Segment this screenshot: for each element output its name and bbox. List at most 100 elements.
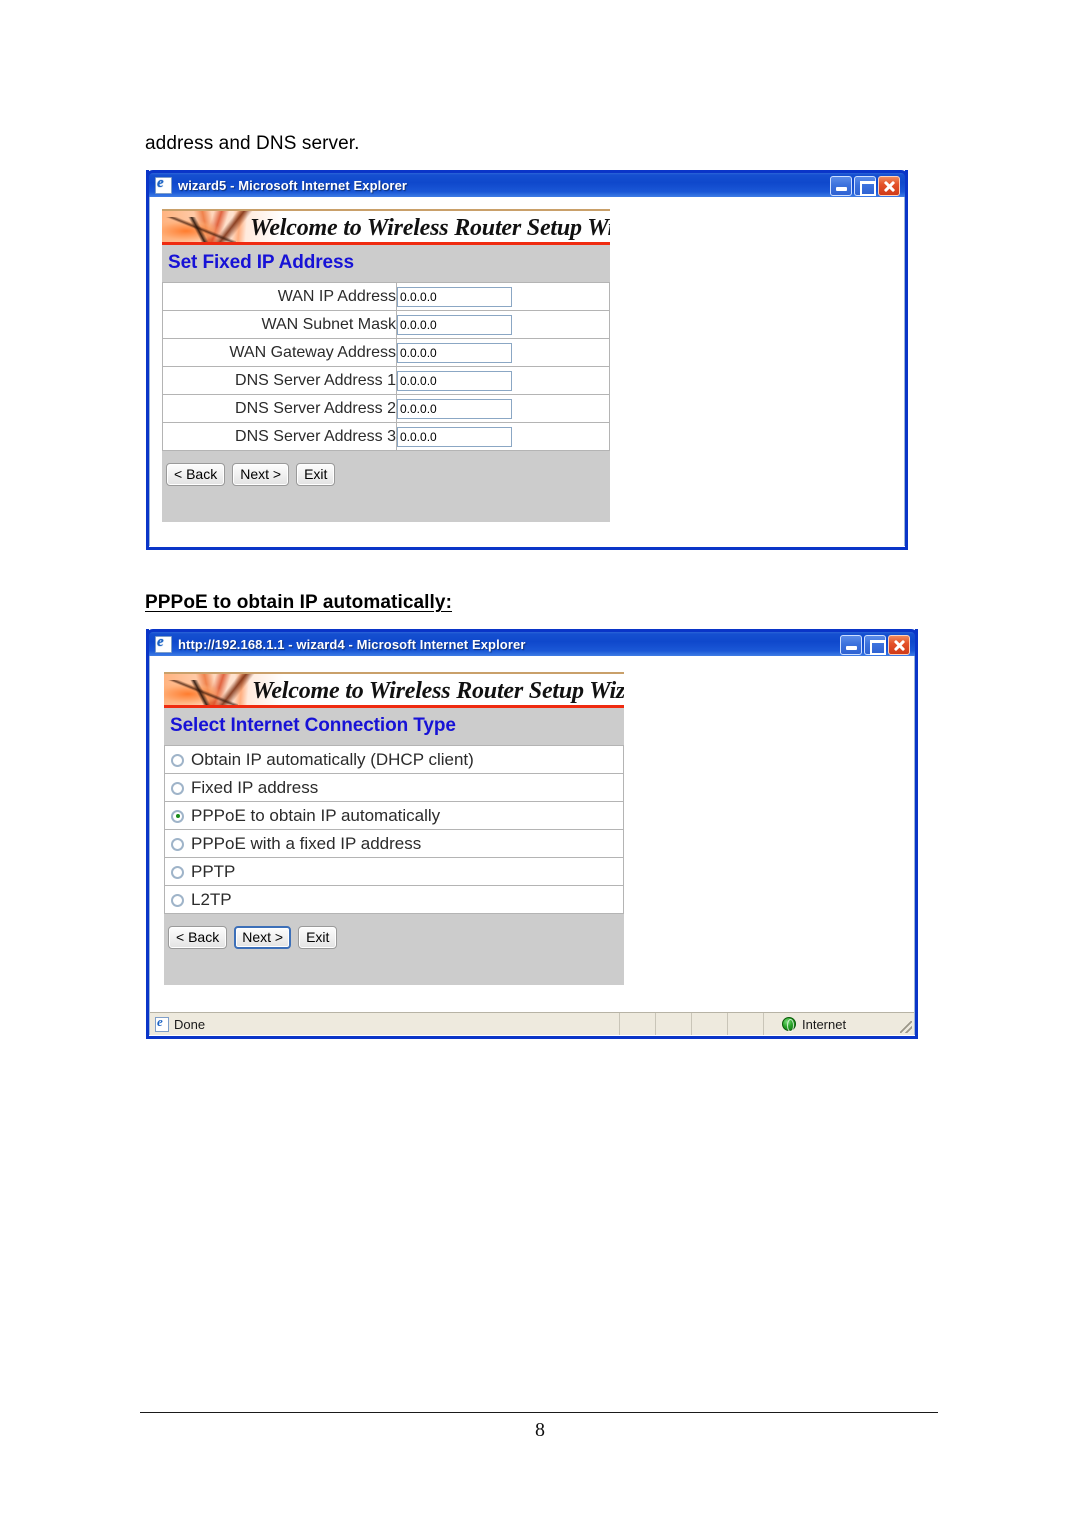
table-row: WAN Subnet Mask (162, 310, 610, 339)
wizard-banner: Welcome to Wireless Router Setup Wizard (162, 209, 610, 245)
panel-heading: Set Fixed IP Address (168, 252, 354, 273)
option-label: PPPoE with a fixed IP address (191, 833, 422, 853)
dns-server-address-1-input[interactable] (397, 370, 512, 391)
panel-bottom-spacer (162, 486, 610, 522)
field-cell (396, 394, 610, 423)
field-cell (396, 422, 610, 451)
wizard-content-wizard5: Welcome to Wireless Router Setup Wizard … (162, 209, 610, 522)
option-cell[interactable]: L2TP (164, 885, 624, 914)
table-row: DNS Server Address 2 (162, 394, 610, 423)
resize-grip[interactable] (900, 1021, 912, 1033)
banner-title: Welcome to Wireless Router Setup Wizard (250, 215, 610, 241)
window-title: wizard5 - Microsoft Internet Explorer (178, 177, 408, 193)
title-bar-wizard4[interactable]: http://192.168.1.1 - wizard4 - Microsoft… (146, 629, 918, 656)
option-label: L2TP (191, 889, 232, 909)
next-button[interactable]: Next > (234, 926, 292, 949)
status-pane-1 (620, 1013, 656, 1035)
title-bar-wizard5[interactable]: wizard5 - Microsoft Internet Explorer (146, 170, 908, 197)
exit-button[interactable]: Exit (298, 926, 338, 949)
wizard-panel: Select Internet Connection Type Obtain I… (164, 708, 624, 985)
option-label: PPTP (191, 861, 236, 881)
status-bar: Done Internet (150, 1012, 914, 1035)
ie-window-wizard5: wizard5 - Microsoft Internet Explorer We… (146, 170, 908, 550)
minimize-button[interactable] (840, 635, 862, 655)
globe-icon (782, 1017, 796, 1032)
back-button[interactable]: < Back (166, 463, 226, 486)
section-heading: PPPoE to obtain IP automatically: (145, 592, 453, 613)
wizard-panel: Set Fixed IP Address WAN IP Address WAN … (162, 245, 610, 522)
wan-gateway-address-input[interactable] (397, 342, 512, 363)
client-area-wizard5: Welcome to Wireless Router Setup Wizard … (149, 197, 905, 546)
ie-document-icon (155, 175, 172, 194)
list-item[interactable]: PPPoE with a fixed IP address (164, 829, 624, 858)
client-area-wizard4: Welcome to Wireless Router Setup Wizard … (149, 656, 915, 1035)
window-controls (840, 635, 910, 655)
list-item[interactable]: Fixed IP address (164, 773, 624, 802)
list-item[interactable]: Obtain IP automatically (DHCP client) (164, 745, 624, 774)
ie-window-wizard4: http://192.168.1.1 - wizard4 - Microsoft… (146, 629, 918, 1039)
radio-l2tp[interactable] (171, 893, 184, 907)
wan-ip-address-input[interactable] (397, 286, 512, 307)
radio-fixed-ip-address[interactable] (171, 781, 184, 795)
security-zone-pane[interactable]: Internet (764, 1013, 914, 1035)
list-item[interactable]: L2TP (164, 885, 624, 914)
status-pane-4 (728, 1013, 764, 1035)
intro-paragraph: address and DNS server. (145, 133, 360, 154)
close-button[interactable] (888, 635, 910, 655)
table-row: DNS Server Address 1 (162, 366, 610, 395)
footer-divider (140, 1412, 938, 1413)
option-cell[interactable]: PPPoE to obtain IP automatically (164, 801, 624, 830)
maximize-button[interactable] (854, 176, 876, 196)
wizard-content-wizard4: Welcome to Wireless Router Setup Wizard … (164, 672, 624, 985)
status-text-pane: Done (150, 1013, 620, 1035)
ie-document-icon (155, 634, 172, 653)
banner-title: Welcome to Wireless Router Setup Wizard (252, 678, 624, 704)
window-controls (830, 176, 900, 196)
option-cell[interactable]: Fixed IP address (164, 773, 624, 802)
back-button[interactable]: < Back (168, 926, 228, 949)
page-number: 8 (535, 1419, 545, 1441)
option-label: Obtain IP automatically (DHCP client) (191, 749, 474, 769)
field-cell (396, 282, 610, 311)
table-row: WAN IP Address (162, 282, 610, 311)
panel-heading: Select Internet Connection Type (170, 715, 456, 736)
option-cell[interactable]: Obtain IP automatically (DHCP client) (164, 745, 624, 774)
connection-type-list: Obtain IP automatically (DHCP client) Fi… (164, 745, 624, 914)
option-cell[interactable]: PPPoE with a fixed IP address (164, 829, 624, 858)
radio-pppoe-fixed-ip-address[interactable] (171, 837, 184, 851)
dns-server-address-3-input[interactable] (397, 426, 512, 447)
close-button[interactable] (878, 176, 900, 196)
minimize-button[interactable] (830, 176, 852, 196)
field-label: WAN Gateway Address (162, 338, 397, 367)
field-label: DNS Server Address 2 (162, 394, 397, 423)
status-pane-3 (692, 1013, 728, 1035)
radio-pptp[interactable] (171, 865, 184, 879)
fixed-ip-form-table: WAN IP Address WAN Subnet Mask (162, 282, 610, 451)
panel-bottom-spacer (164, 949, 624, 985)
maximize-button[interactable] (864, 635, 886, 655)
wizard-button-row: < Back Next > Exit (164, 914, 624, 949)
option-label: Fixed IP address (191, 777, 319, 797)
option-cell[interactable]: PPTP (164, 857, 624, 886)
next-button[interactable]: Next > (232, 463, 290, 486)
exit-button[interactable]: Exit (296, 463, 336, 486)
wizard-banner: Welcome to Wireless Router Setup Wizard (164, 672, 624, 708)
option-label: PPPoE to obtain IP automatically (191, 805, 441, 825)
field-label: DNS Server Address 1 (162, 366, 397, 395)
list-item[interactable]: PPPoE to obtain IP automatically (164, 801, 624, 830)
wan-subnet-mask-input[interactable] (397, 314, 512, 335)
list-item[interactable]: PPTP (164, 857, 624, 886)
wizard-button-row: < Back Next > Exit (162, 451, 610, 486)
field-cell (396, 310, 610, 339)
table-row: DNS Server Address 3 (162, 422, 610, 451)
radio-pppoe-obtain-ip-automatically[interactable] (171, 809, 184, 823)
status-pane-2 (656, 1013, 692, 1035)
field-label: WAN Subnet Mask (162, 310, 397, 339)
status-text: Done (174, 1016, 206, 1032)
table-row: WAN Gateway Address (162, 338, 610, 367)
field-label: WAN IP Address (162, 282, 397, 311)
radio-obtain-ip-automatically[interactable] (171, 753, 184, 767)
zone-text: Internet (802, 1016, 847, 1032)
ie-document-icon (155, 1014, 169, 1032)
dns-server-address-2-input[interactable] (397, 398, 512, 419)
